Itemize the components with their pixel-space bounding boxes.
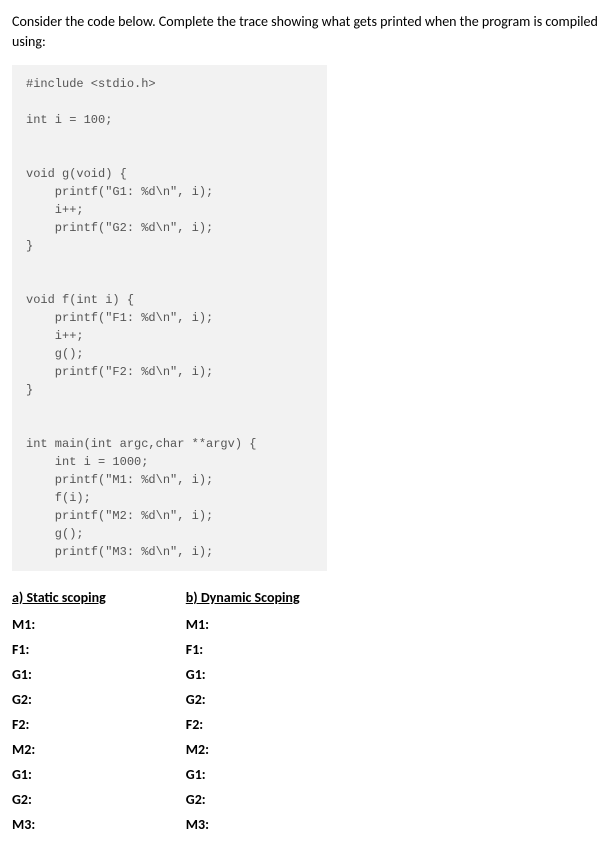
trace-label: F2: [12,716,106,733]
trace-label: M1: [12,616,106,633]
section-header: b) Dynamic Scoping [186,589,300,606]
code-listing: #include <stdio.h> int i = 100; void g(v… [12,65,327,571]
trace-label: G2: [186,791,300,808]
section-header: a) Static scoping [12,589,106,606]
trace-label: M3: [186,816,300,833]
trace-label: G2: [12,691,106,708]
trace-label: G1: [12,666,106,683]
trace-label: G1: [12,766,106,783]
dynamic-scoping-column: b) Dynamic Scoping M1: F1: G1: G2: F2: M… [186,589,300,833]
trace-label: M2: [186,741,300,758]
answers-area: a) Static scoping M1: F1: G1: G2: F2: M2… [12,589,600,833]
question-prompt: Consider the code below. Complete the tr… [12,12,600,51]
trace-label: F2: [186,716,300,733]
trace-label: F1: [186,641,300,658]
trace-label: G1: [186,666,300,683]
trace-label: M2: [12,741,106,758]
trace-label: M3: [12,816,106,833]
trace-label: G1: [186,766,300,783]
static-scoping-column: a) Static scoping M1: F1: G1: G2: F2: M2… [12,589,106,833]
trace-label: F1: [12,641,106,658]
trace-label: M1: [186,616,300,633]
trace-label: G2: [186,691,300,708]
trace-label: G2: [12,791,106,808]
